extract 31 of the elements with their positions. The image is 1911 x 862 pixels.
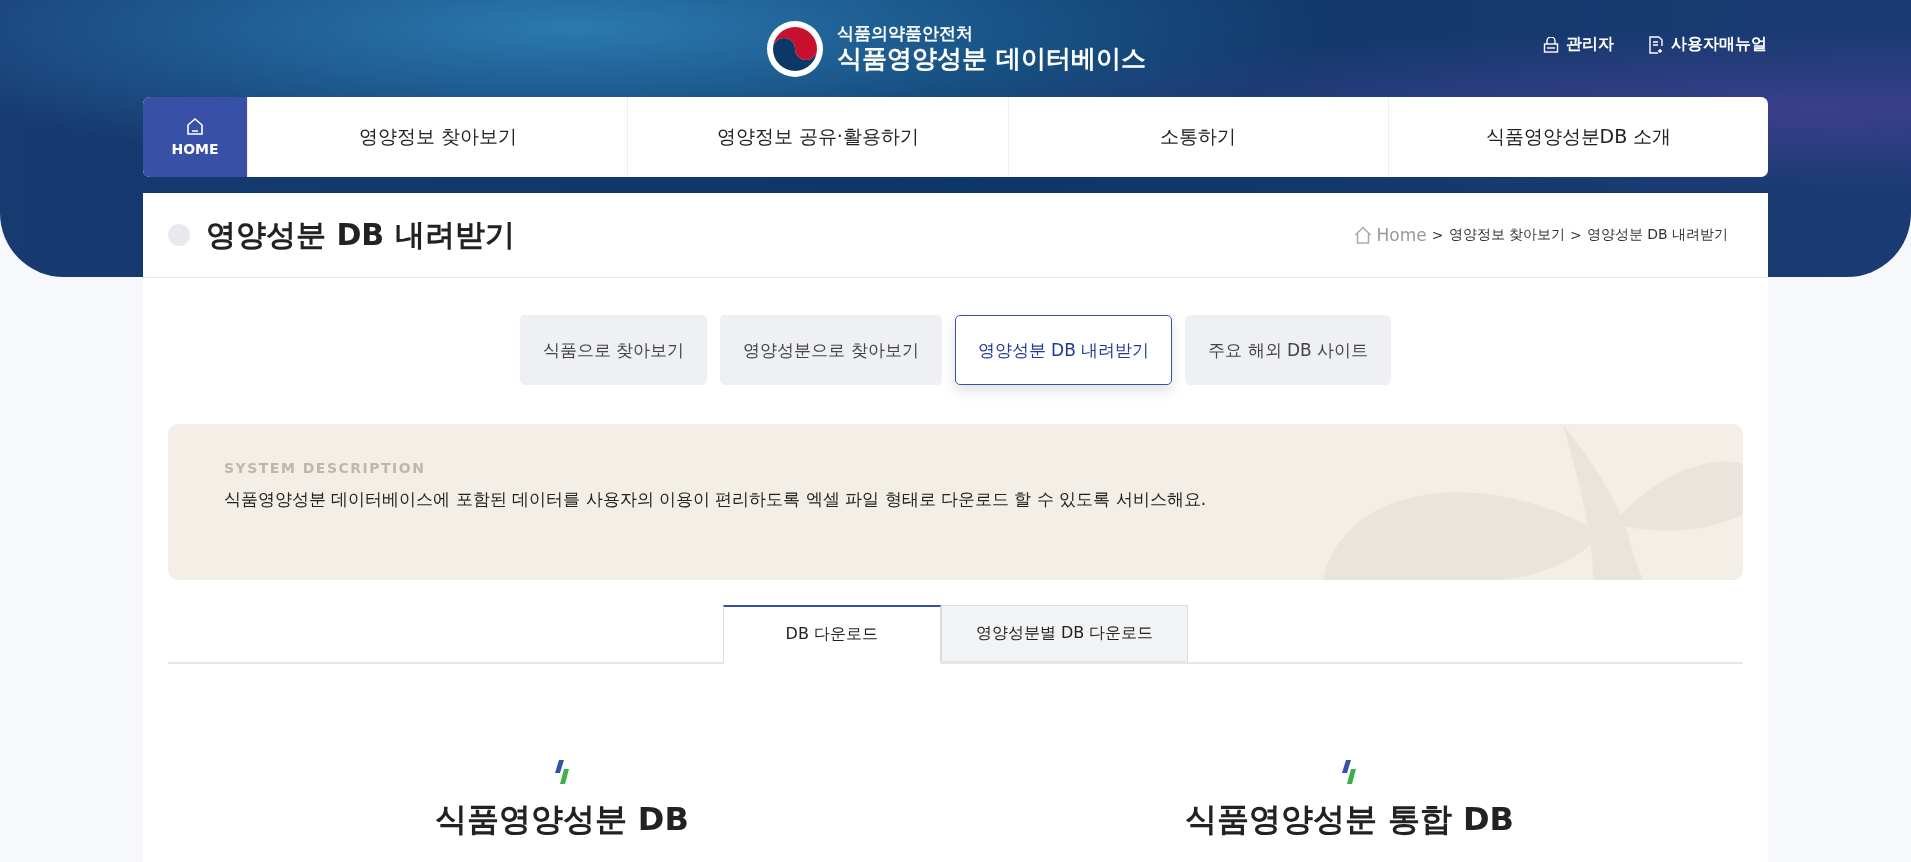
sub-tab[interactable]: 식품으로 찾아보기 xyxy=(519,315,708,385)
home-icon xyxy=(186,117,204,135)
site-title[interactable]: 식품영양성분 데이터베이스 xyxy=(837,43,1146,74)
stripes-icon xyxy=(552,760,571,784)
breadcrumb-link[interactable]: 영양정보 찾아보기 xyxy=(1448,226,1565,244)
manual-link[interactable]: 사용자매뉴얼 xyxy=(1648,34,1767,55)
page-title: 영양성분 DB 내려받기 xyxy=(206,215,515,254)
emblem-icon xyxy=(765,18,826,79)
sub-tab[interactable]: 영양성분으로 찾아보기 xyxy=(720,315,942,385)
home-tab[interactable]: HOME xyxy=(143,97,247,177)
agency-name: 식품의약품안전처 xyxy=(837,23,975,44)
section-title: 식품영양성분 DB xyxy=(434,799,689,840)
breadcrumb-link[interactable]: 영양성분 DB 내려받기 xyxy=(1586,226,1728,244)
download-tab[interactable]: DB 다운로드 xyxy=(722,605,941,664)
sub-tab[interactable]: 주요 해외 DB 사이트 xyxy=(1185,315,1392,385)
nav-item[interactable]: 소통하기 xyxy=(1007,97,1388,177)
home-icon xyxy=(1353,226,1372,244)
nav-item[interactable]: 영양정보 찾아보기 xyxy=(247,97,628,177)
document-icon xyxy=(1648,35,1664,54)
download-tab[interactable]: 영양성분별 DB 다운로드 xyxy=(940,605,1189,663)
separator: > xyxy=(1569,227,1582,243)
description-text: 식품영양성분 데이터베이스에 포함된 데이터를 사용자의 이용이 편리하도록 엑셀 파일 형태로 다운로드 할 수 있도록 서비스해요. xyxy=(224,488,1208,511)
admin-link[interactable]: 관리자 xyxy=(1543,34,1614,55)
stripes-icon xyxy=(1340,760,1359,784)
section-title: 식품영양성분 통합 DB xyxy=(1184,799,1514,840)
lock-icon xyxy=(1543,36,1559,53)
sub-tab[interactable]: 영양성분 DB 내려받기 xyxy=(954,315,1173,385)
eyebrow-label: SYSTEM DESCRIPTION xyxy=(224,460,427,476)
separator: > xyxy=(1431,227,1444,243)
nav-item[interactable]: 식품영양성분DB 소개 xyxy=(1387,97,1768,177)
nav-item[interactable]: 영양정보 공유·활용하기 xyxy=(627,97,1008,177)
